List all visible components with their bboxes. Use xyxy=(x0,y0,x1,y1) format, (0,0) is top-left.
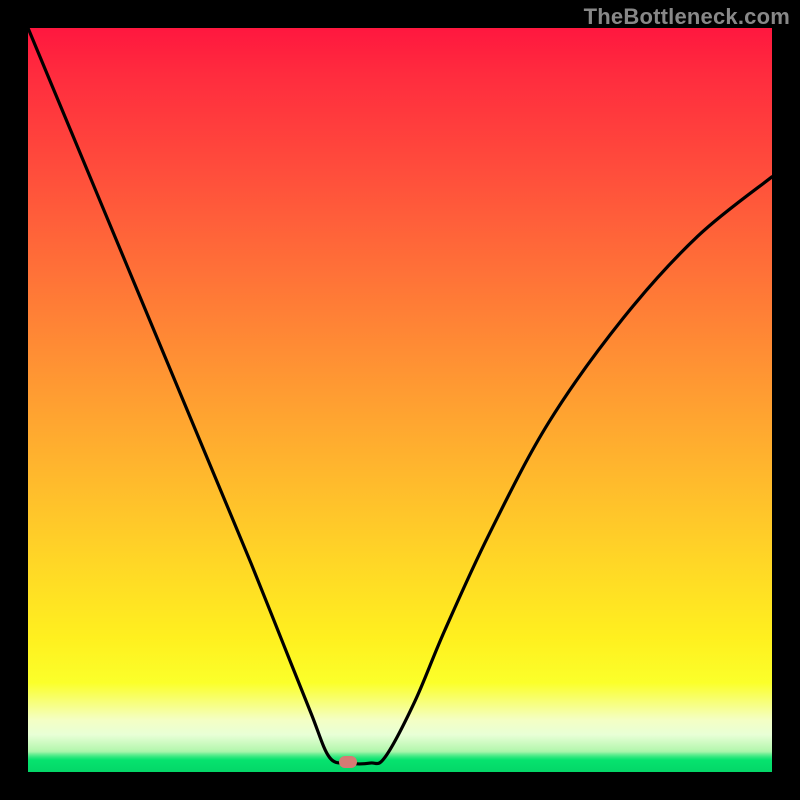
plot-area xyxy=(28,28,772,772)
optimal-point-marker xyxy=(339,756,357,768)
bottleneck-curve xyxy=(28,28,772,772)
watermark-label: TheBottleneck.com xyxy=(584,4,790,30)
chart-frame: TheBottleneck.com xyxy=(0,0,800,800)
